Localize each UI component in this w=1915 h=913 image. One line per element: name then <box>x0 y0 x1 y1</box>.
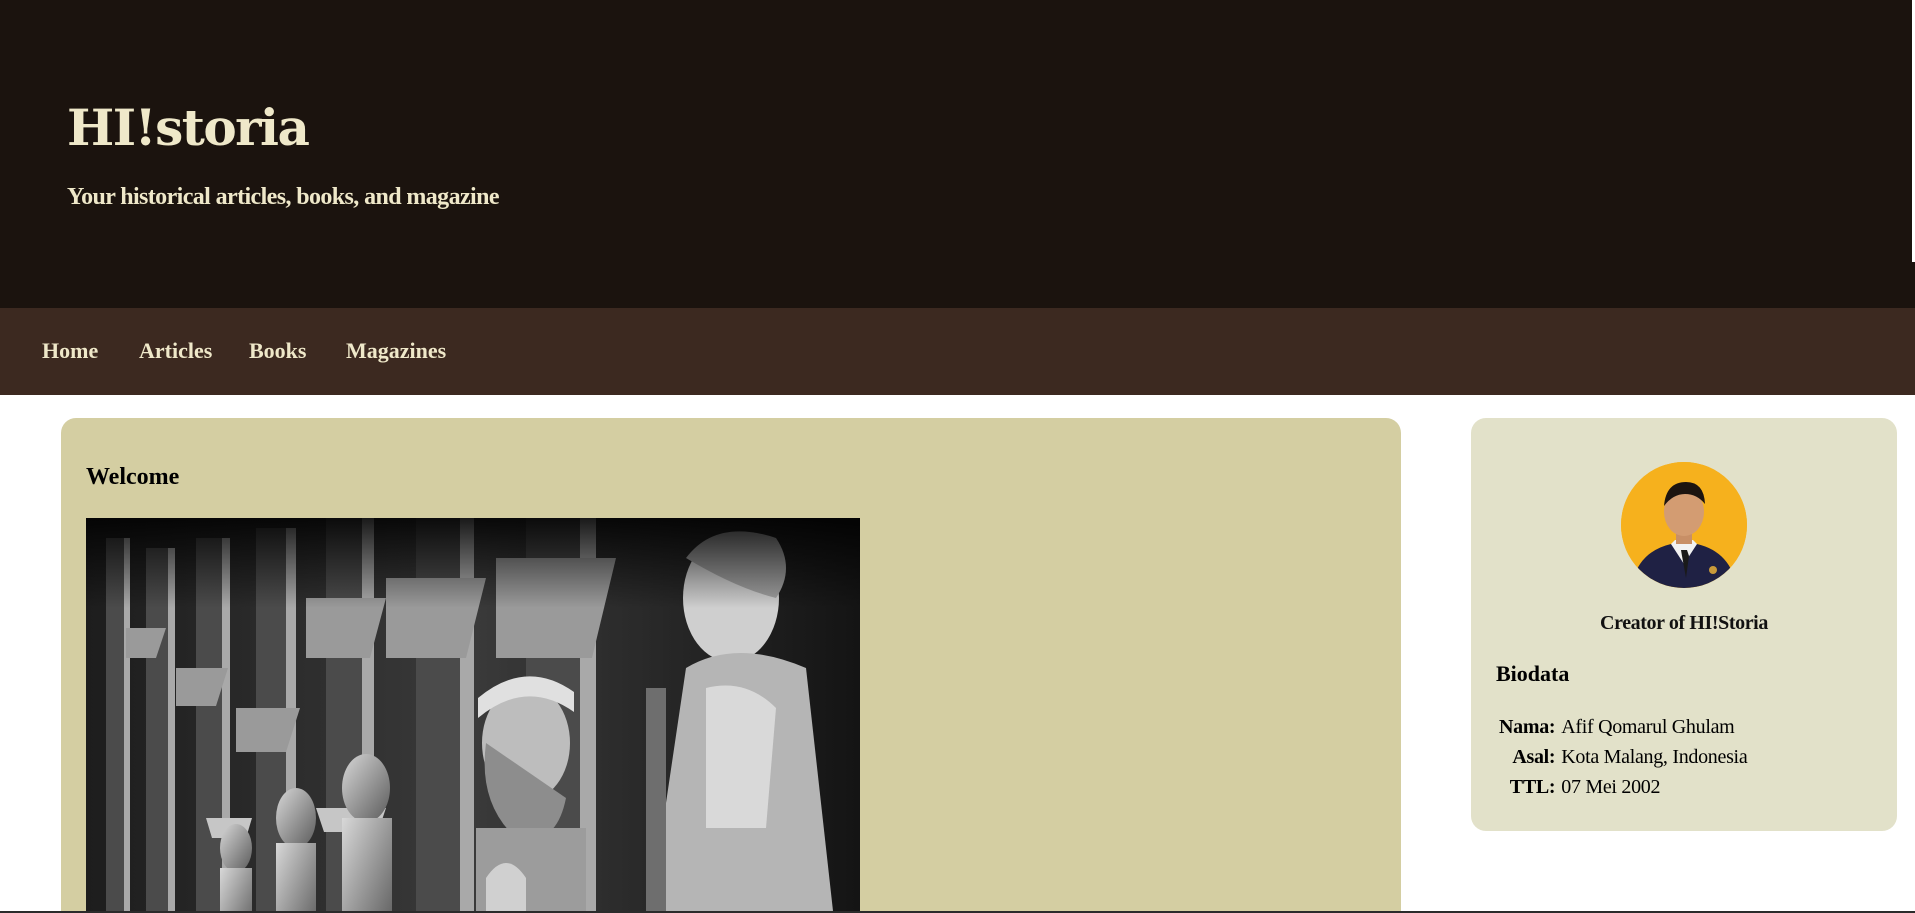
creator-caption: Creator of HI!Storia <box>1600 612 1768 634</box>
biodata-value: Afif Qomarul Ghulam <box>1561 716 1735 738</box>
biodata-table: Nama: Afif Qomarul Ghulam Asal: Kota Mal… <box>1499 714 1748 804</box>
nav-item-articles[interactable]: Articles <box>139 338 212 364</box>
hero-statues-image <box>86 518 860 913</box>
creator-avatar <box>1621 462 1747 588</box>
biodata-label: TTL: <box>1509 776 1556 798</box>
site-title[interactable]: HI!storia <box>67 98 310 157</box>
biodata-value: Kota Malang, Indonesia <box>1561 746 1748 768</box>
site-header: HI!storia Your historical articles, book… <box>0 0 1915 308</box>
welcome-section: Welcome <box>61 418 1401 913</box>
biodata-row: TTL: 07 Mei 2002 <box>1499 774 1747 804</box>
site-tagline: Your historical articles, books, and mag… <box>67 184 500 210</box>
nav-item-magazines[interactable]: Magazines <box>346 338 446 364</box>
biodata-row: Asal: Kota Malang, Indonesia <box>1499 744 1747 774</box>
main-navbar: Home Articles Books Magazines <box>0 308 1915 395</box>
biodata-value: 07 Mei 2002 <box>1561 776 1661 798</box>
biodata-row: Nama: Afif Qomarul Ghulam <box>1499 714 1747 744</box>
welcome-heading: Welcome <box>86 464 180 490</box>
nav-item-home[interactable]: Home <box>42 338 98 364</box>
person-avatar-icon <box>1621 462 1747 588</box>
biodata-label: Nama: <box>1499 716 1556 738</box>
statues-photo-icon <box>86 518 860 913</box>
biodata-label: Asal: <box>1512 746 1556 768</box>
nav-item-books[interactable]: Books <box>249 338 306 364</box>
biodata-heading: Biodata <box>1496 661 1570 686</box>
creator-card: Creator of HI!Storia Biodata Nama: Afif … <box>1471 418 1897 831</box>
